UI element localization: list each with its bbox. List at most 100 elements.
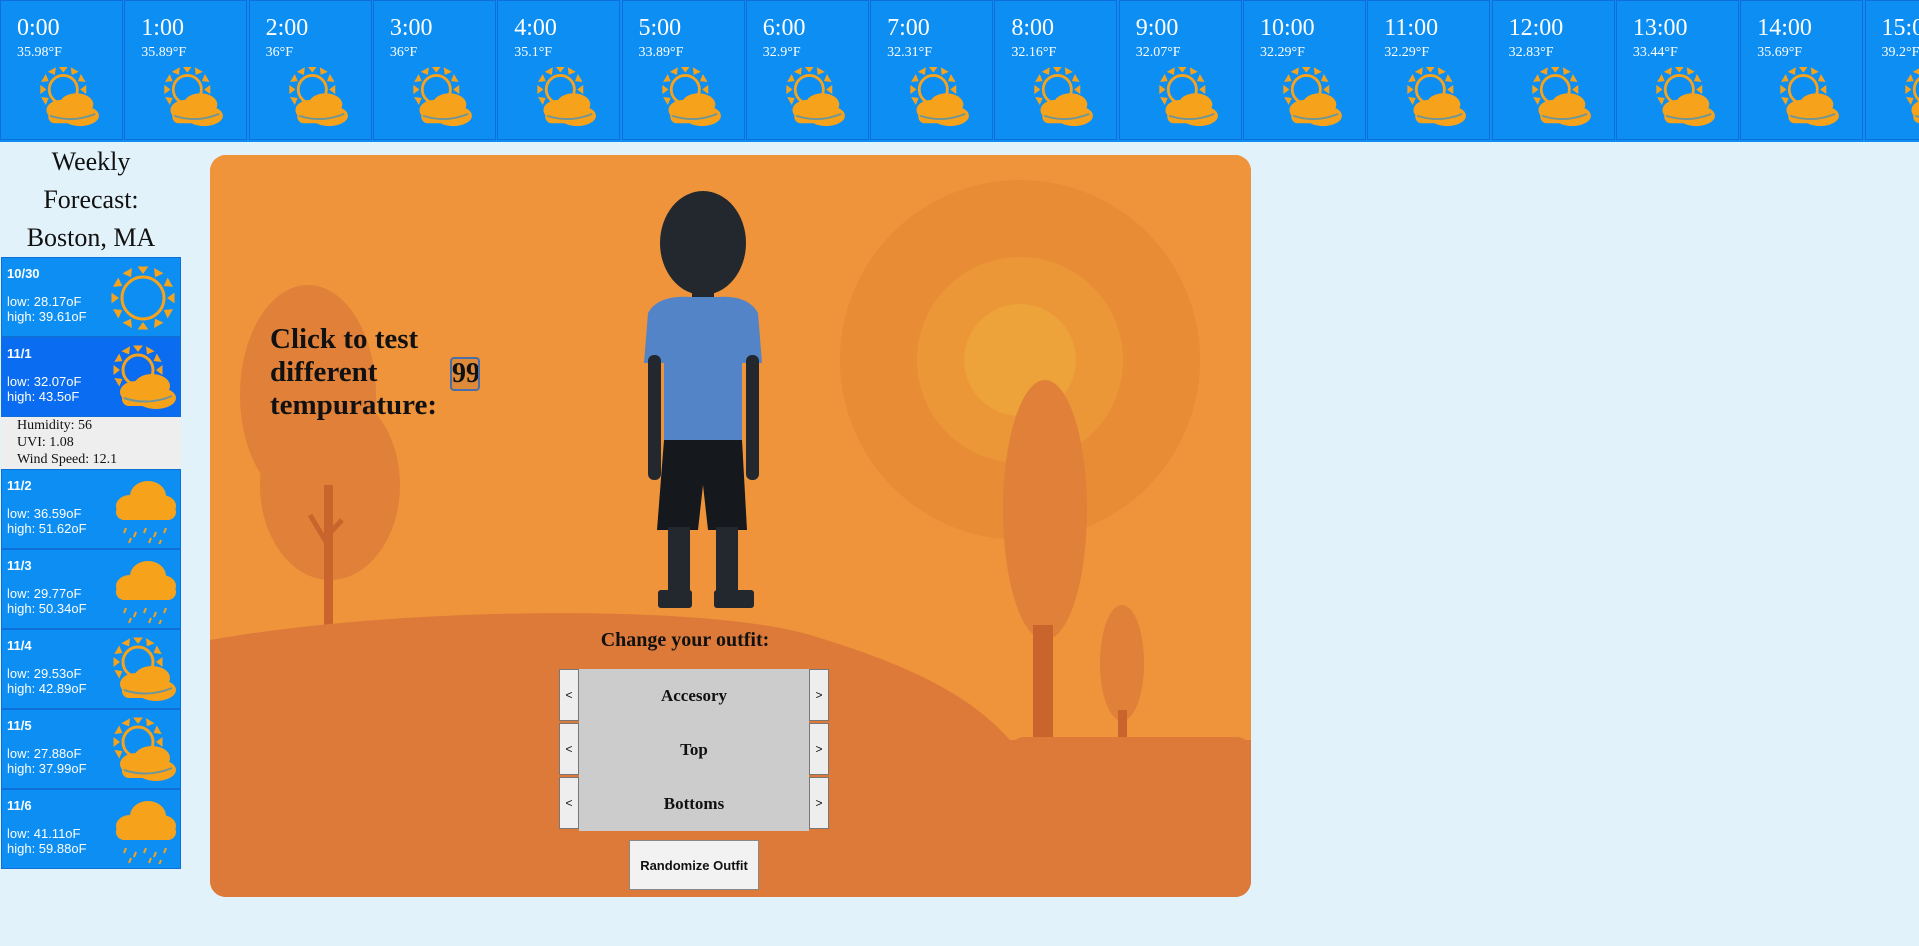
day-high-temp: high: 37.99oF: [7, 761, 87, 776]
hour-temperature: 33.89°F: [638, 45, 684, 60]
day-high-temp: high: 42.89oF: [7, 681, 87, 696]
location-label: Boston, MA: [26, 223, 156, 252]
hourly-forecast-item[interactable]: 0:00 35.98°F: [0, 0, 123, 140]
hourly-forecast-item[interactable]: 6:00 32.9°F: [745, 0, 869, 140]
hour-time: 14:00: [1757, 15, 1812, 41]
day-high-temp: high: 59.88oF: [7, 841, 87, 856]
uvi-text: UVI: 1.08: [17, 435, 74, 450]
hour-time: 11:00: [1384, 15, 1439, 41]
hourly-forecast-item[interactable]: 2:00 36°F: [248, 0, 372, 140]
wind-speed-text: Wind Speed: 12.1: [17, 452, 118, 467]
day-date: 11/5: [7, 718, 32, 733]
next-accesory-button[interactable]: >: [809, 669, 829, 721]
day-low-temp: low: 29.53oF: [7, 666, 82, 681]
outfit-selector-row: < Bottoms >: [559, 777, 829, 831]
hour-time: 9:00: [1135, 15, 1179, 41]
hourly-forecast-item[interactable]: 12:00 32.83°F: [1491, 0, 1615, 140]
day-date: 10/30: [7, 266, 40, 281]
hour-temperature: 35.69°F: [1757, 45, 1803, 60]
day-details-panel: Humidity: 56 UVI: 1.08 Wind Speed: 12.1: [1, 417, 181, 469]
partly-cloudy-icon: [1527, 66, 1593, 127]
day-low-temp: low: 41.11oF: [7, 826, 81, 841]
hour-temperature: 32.9°F: [762, 45, 801, 60]
rain-cloud-icon: [108, 556, 178, 626]
hour-temperature: 32.31°F: [887, 45, 932, 60]
humidity-text: Humidity: 56: [17, 418, 93, 433]
hour-time: 6:00: [762, 15, 806, 41]
sun-icon: [108, 264, 178, 332]
hourly-forecast-item[interactable]: 8:00 32.16°F: [994, 0, 1118, 140]
forecast-day-card[interactable]: 11/3 low: 29.77oF high: 50.34oF: [1, 549, 181, 629]
day-date: 11/6: [7, 798, 32, 813]
partly-cloudy-icon: [108, 344, 178, 412]
hourly-forecast-item[interactable]: 13:00 33.44°F: [1615, 0, 1739, 140]
forecast-day-card[interactable]: 11/6 low: 41.11oF high: 59.88oF: [1, 789, 181, 869]
hour-time: 0:00: [17, 15, 60, 41]
hourly-forecast-item[interactable]: 9:00 32.07°F: [1118, 0, 1242, 140]
partly-cloudy-icon: [159, 66, 225, 127]
change-outfit-label: Change your outfit:: [600, 629, 770, 651]
hour-time: 5:00: [638, 15, 682, 41]
hourly-forecast-item[interactable]: 1:00 35.89°F: [124, 0, 248, 140]
outfit-category-label: Top: [579, 723, 809, 777]
forecast-day-card[interactable]: 11/2 low: 36.59oF high: 51.62oF: [1, 469, 181, 549]
partly-cloudy-icon: [1278, 66, 1344, 127]
partly-cloudy-icon: [408, 66, 474, 127]
partly-cloudy-icon: [35, 66, 101, 127]
partly-cloudy-icon: [108, 636, 178, 704]
hour-time: 10:00: [1260, 15, 1315, 41]
rain-cloud-icon: [108, 476, 178, 546]
partly-cloudy-icon: [1651, 66, 1717, 127]
previous-top-button[interactable]: <: [559, 723, 579, 775]
day-low-temp: low: 32.07oF: [7, 374, 82, 389]
hour-time: 8:00: [1011, 15, 1055, 41]
day-date: 11/3: [7, 558, 32, 573]
hour-time: 3:00: [389, 15, 433, 41]
hourly-forecast-item[interactable]: 15:00 39.2°F: [1864, 0, 1919, 140]
hour-temperature: 35.89°F: [141, 45, 187, 60]
day-high-temp: high: 39.61oF: [7, 309, 87, 324]
outfit-selector-row: < Accesory >: [559, 669, 829, 723]
hour-time: 1:00: [141, 15, 184, 41]
partly-cloudy-icon: [1029, 66, 1095, 127]
day-high-temp: high: 50.34oF: [7, 601, 87, 616]
forecast-day-card[interactable]: 11/5 low: 27.88oF high: 37.99oF: [1, 709, 181, 789]
partly-cloudy-icon: [781, 66, 847, 127]
day-date: 11/4: [7, 638, 32, 653]
hour-time: 2:00: [265, 15, 309, 41]
hour-temperature: 35.1°F: [514, 45, 553, 60]
forecast-day-card[interactable]: 11/4 low: 29.53oF high: 42.89oF: [1, 629, 181, 709]
day-low-temp: low: 36.59oF: [7, 506, 82, 521]
hour-time: 7:00: [887, 15, 930, 41]
hour-time: 12:00: [1508, 15, 1564, 41]
temperature-input[interactable]: [450, 357, 480, 391]
hour-temperature: 33.44°F: [1632, 45, 1678, 60]
hour-temperature: 32.29°F: [1260, 45, 1305, 60]
temperature-test-label: Click to test different tempurature:: [270, 323, 437, 421]
hourly-forecast-item[interactable]: 10:00 32.29°F: [1243, 0, 1366, 140]
partly-cloudy-icon: [1154, 66, 1220, 127]
hourly-forecast-item[interactable]: 11:00 32.29°F: [1367, 0, 1491, 140]
forecast-day-card[interactable]: 11/1 low: 32.07oF high: 43.5oF: [1, 337, 181, 417]
hourly-forecast-item[interactable]: 7:00 32.31°F: [870, 0, 994, 140]
next-top-button[interactable]: >: [809, 723, 829, 775]
person-avatar: [644, 191, 762, 608]
hourly-forecast-item[interactable]: 5:00 33.89°F: [621, 0, 745, 140]
hour-time: 15:00: [1881, 15, 1919, 41]
outfit-scene: Click to test different tempurature: Cha…: [210, 155, 1251, 897]
randomize-outfit-button[interactable]: Randomize Outfit: [629, 840, 759, 890]
hour-temperature: 32.16°F: [1011, 45, 1057, 60]
day-high-temp: high: 51.62oF: [7, 521, 87, 536]
hourly-forecast-item[interactable]: 14:00 35.69°F: [1740, 0, 1864, 140]
forecast-day-card[interactable]: 10/30 low: 28.17oF high: 39.61oF: [1, 257, 181, 337]
day-date: 11/1: [7, 346, 32, 361]
previous-accesory-button[interactable]: <: [559, 669, 579, 721]
rain-cloud-icon: [108, 796, 178, 866]
hour-temperature: 32.29°F: [1384, 45, 1430, 60]
hourly-forecast-strip[interactable]: 0:00 35.98°F 1:00 35.89°F 2:00 36°F 3:00…: [0, 0, 1919, 142]
previous-bottoms-button[interactable]: <: [559, 777, 579, 829]
hourly-forecast-item[interactable]: 4:00 35.1°F: [497, 0, 621, 140]
partly-cloudy-icon: [1900, 67, 1919, 127]
hourly-forecast-item[interactable]: 3:00 36°F: [372, 0, 496, 140]
next-bottoms-button[interactable]: >: [809, 777, 829, 829]
